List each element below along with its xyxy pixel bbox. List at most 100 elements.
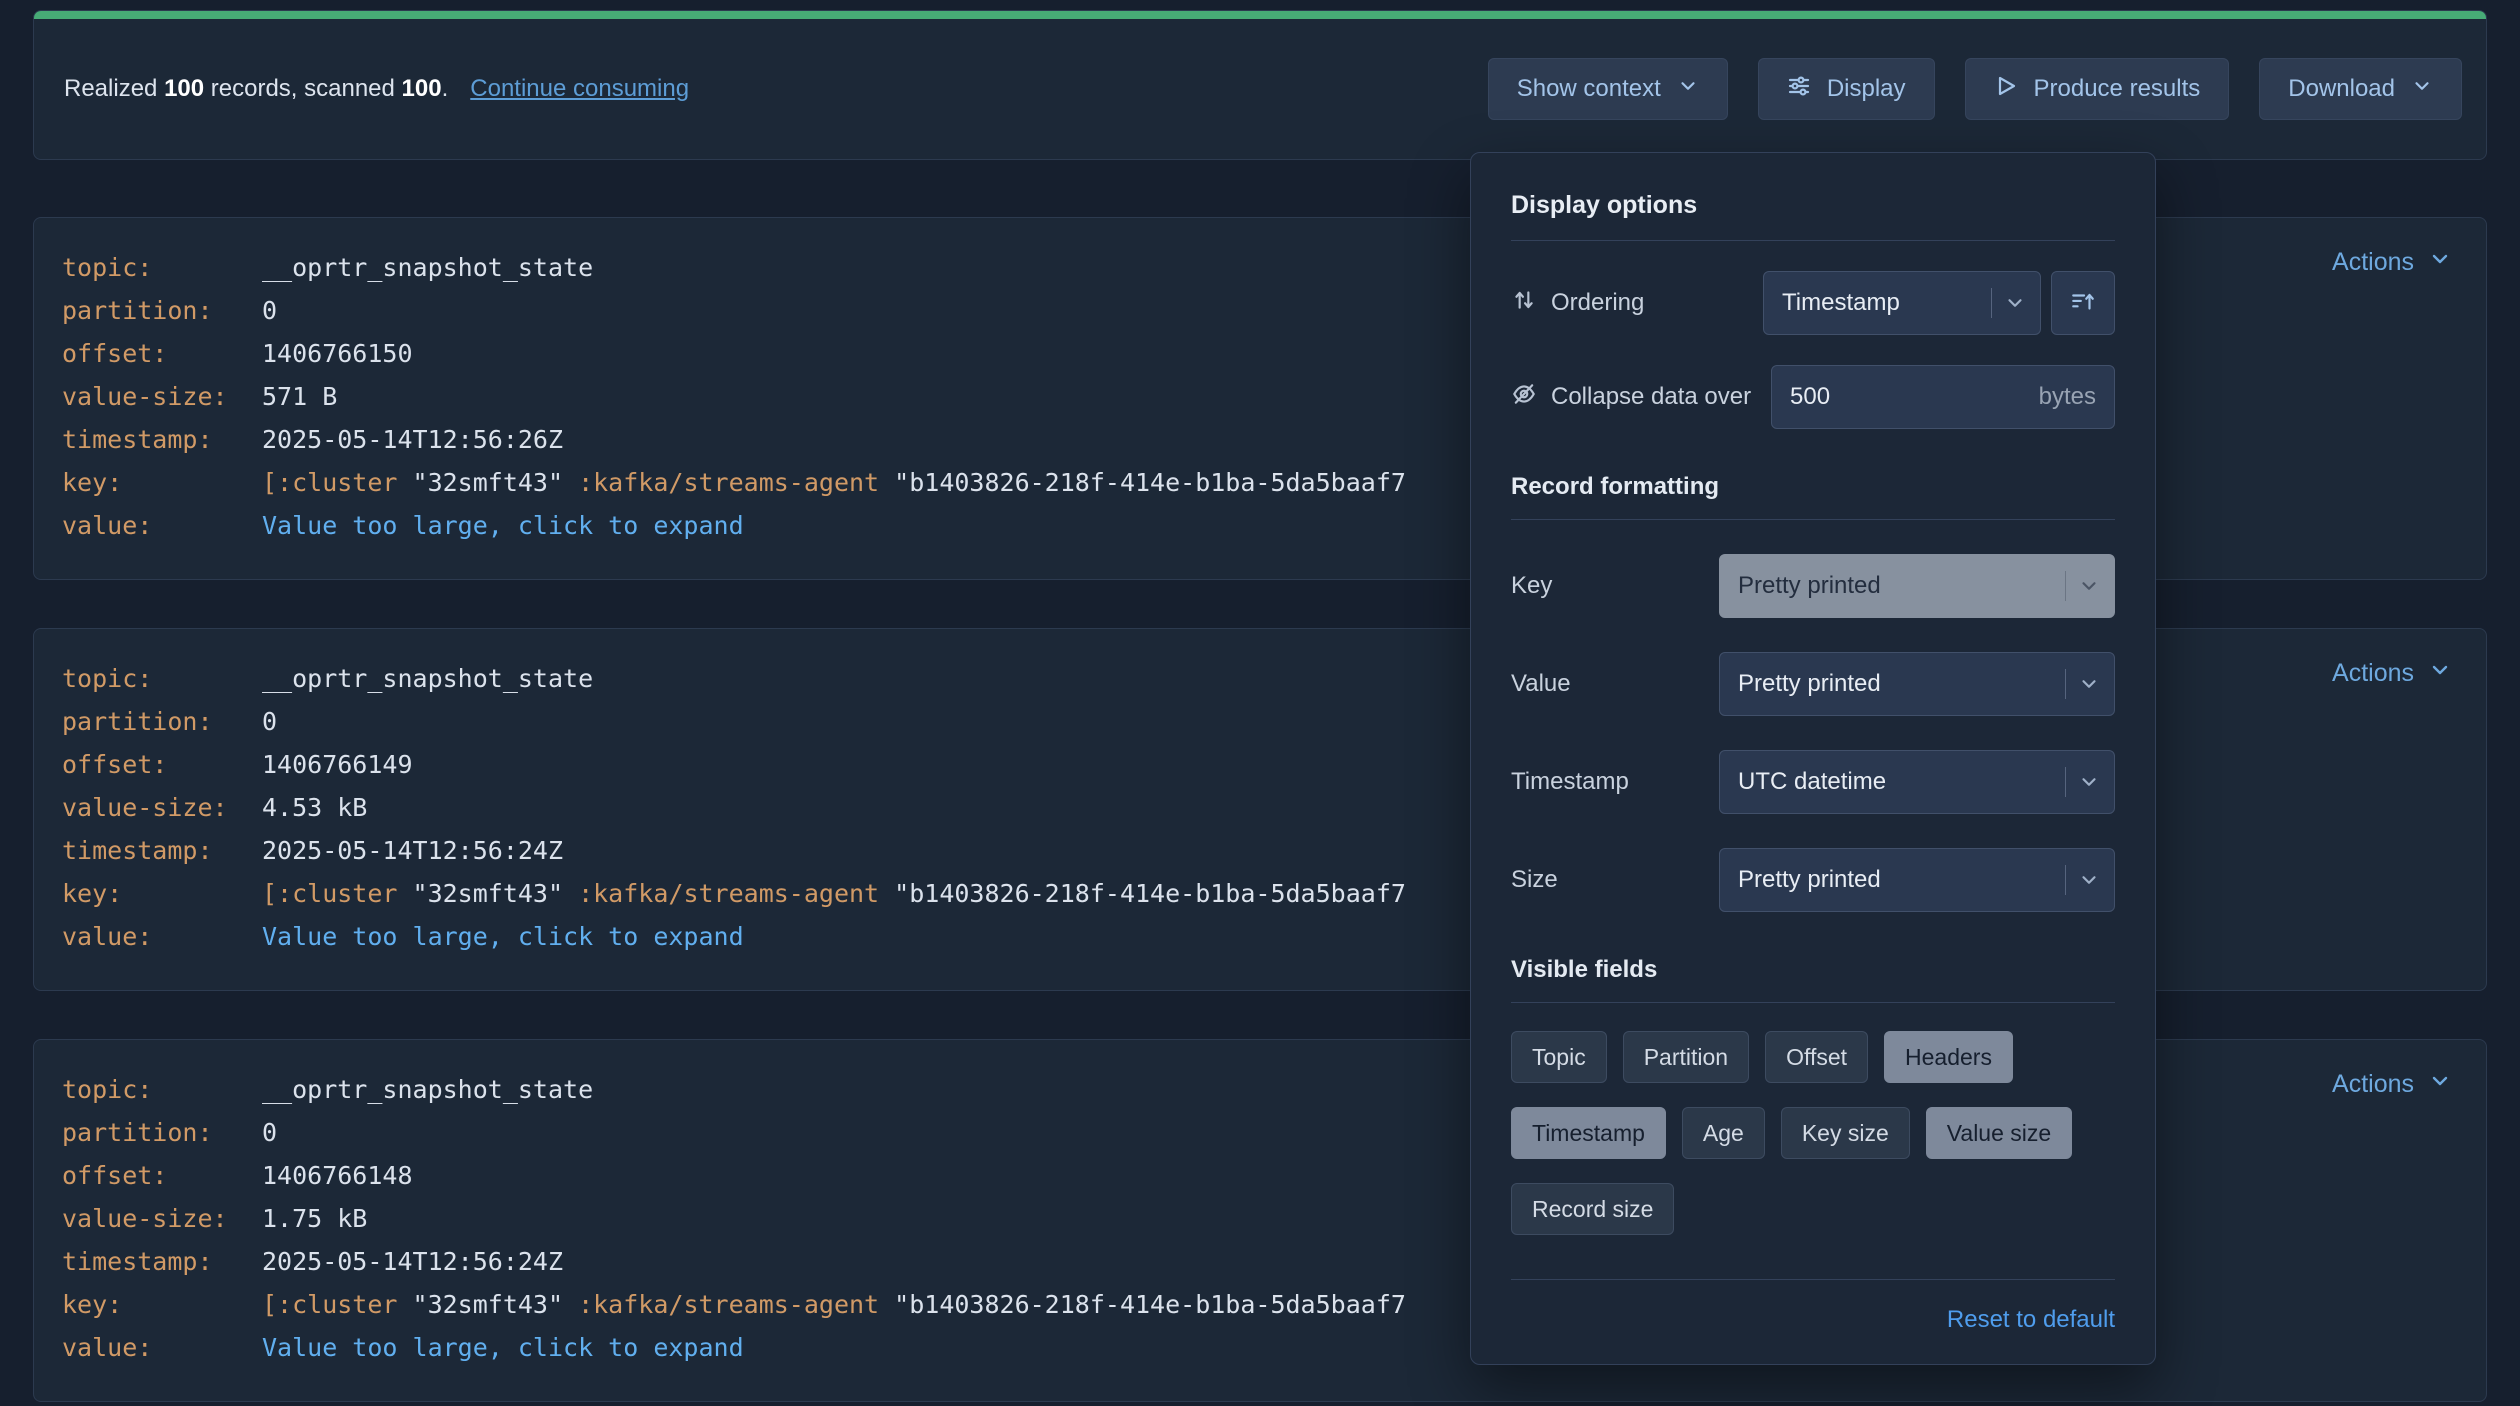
chevron-down-icon bbox=[2428, 1069, 2452, 1100]
format-label-value: Value bbox=[1511, 670, 1571, 698]
key-string: "32smft43" bbox=[413, 468, 564, 497]
key-string: "b1403826-218f-414e-b1ba-5da5baaf7 bbox=[894, 468, 1406, 497]
ordering-row: Ordering Timestamp bbox=[1511, 271, 2115, 335]
ordering-controls: Timestamp bbox=[1763, 271, 2115, 335]
record-actions-button[interactable]: Actions bbox=[2326, 657, 2458, 690]
field-label-timestamp: timestamp: bbox=[62, 1240, 262, 1283]
key-keyword: :kafka/streams-agent bbox=[563, 879, 894, 908]
key-string: "b1403826-218f-414e-b1ba-5da5baaf7 bbox=[894, 879, 1406, 908]
format-row-size: Size Pretty printed bbox=[1511, 848, 2115, 912]
display-button[interactable]: Display bbox=[1758, 58, 1935, 120]
field-label-partition: partition: bbox=[62, 1111, 262, 1154]
summary-count-scanned: 100 bbox=[402, 75, 442, 102]
sort-ascending-icon bbox=[2070, 289, 2096, 318]
key-string: "b1403826-218f-414e-b1ba-5da5baaf7 bbox=[894, 1290, 1406, 1319]
format-label-timestamp: Timestamp bbox=[1511, 768, 1629, 796]
download-label: Download bbox=[2288, 75, 2395, 103]
field-label-offset: offset: bbox=[62, 743, 262, 786]
chip-key-size[interactable]: Key size bbox=[1781, 1107, 1910, 1159]
key-format-value: Pretty printed bbox=[1738, 572, 1881, 600]
sliders-icon bbox=[1787, 74, 1811, 105]
ordering-select[interactable]: Timestamp bbox=[1763, 271, 2041, 335]
ordering-select-value: Timestamp bbox=[1782, 289, 1900, 317]
expand-value-link[interactable]: Value too large, click to expand bbox=[262, 1333, 744, 1362]
chip-topic[interactable]: Topic bbox=[1511, 1031, 1607, 1083]
chevron-down-icon bbox=[2078, 771, 2100, 793]
chevron-down-icon bbox=[2428, 247, 2452, 278]
chevron-down-icon bbox=[2004, 292, 2026, 314]
value-format-value: Pretty printed bbox=[1738, 670, 1881, 698]
expand-value-link[interactable]: Value too large, click to expand bbox=[262, 922, 744, 951]
field-label-key: key: bbox=[62, 461, 262, 504]
chip-headers[interactable]: Headers bbox=[1884, 1031, 2013, 1083]
key-keyword: [:cluster bbox=[262, 1290, 413, 1319]
key-string: "32smft43" bbox=[413, 879, 564, 908]
chip-offset[interactable]: Offset bbox=[1765, 1031, 1868, 1083]
chevron-down-icon bbox=[2078, 575, 2100, 597]
record-actions-button[interactable]: Actions bbox=[2326, 1068, 2458, 1101]
reset-to-default-link[interactable]: Reset to default bbox=[1947, 1306, 2115, 1333]
field-label-offset: offset: bbox=[62, 1154, 262, 1197]
header-row: Realized 100 records, scanned 100.Contin… bbox=[34, 19, 2486, 159]
field-label-value-size: value-size: bbox=[62, 1197, 262, 1240]
chip-record-size[interactable]: Record size bbox=[1511, 1183, 1674, 1235]
consume-summary: Realized 100 records, scanned 100.Contin… bbox=[64, 75, 689, 103]
chevron-down-icon bbox=[2078, 869, 2100, 891]
format-row-value: Value Pretty printed bbox=[1511, 652, 2115, 716]
field-label-timestamp: timestamp: bbox=[62, 829, 262, 872]
summary-text: records, scanned bbox=[204, 75, 401, 102]
sort-arrows-icon bbox=[1511, 287, 1537, 320]
key-keyword: [:cluster bbox=[262, 879, 413, 908]
progress-bar bbox=[34, 11, 2486, 19]
key-string: "32smft43" bbox=[413, 1290, 564, 1319]
chip-timestamp[interactable]: Timestamp bbox=[1511, 1107, 1666, 1159]
consumer-status-card: Realized 100 records, scanned 100.Contin… bbox=[33, 10, 2487, 160]
select-divider bbox=[1991, 288, 1992, 318]
field-label-value-size: value-size: bbox=[62, 786, 262, 829]
chevron-down-icon bbox=[2078, 673, 2100, 695]
collapse-bytes-value: 500 bbox=[1790, 383, 1830, 411]
size-format-select[interactable]: Pretty printed bbox=[1719, 848, 2115, 912]
continue-consuming-link[interactable]: Continue consuming bbox=[470, 75, 689, 102]
field-label-timestamp: timestamp: bbox=[62, 418, 262, 461]
timestamp-format-value: UTC datetime bbox=[1738, 768, 1886, 796]
summary-text: . bbox=[442, 75, 449, 102]
record-actions-button[interactable]: Actions bbox=[2326, 246, 2458, 279]
field-label-value: value: bbox=[62, 504, 262, 547]
format-label-size: Size bbox=[1511, 866, 1558, 894]
size-format-value: Pretty printed bbox=[1738, 866, 1881, 894]
chevron-down-icon bbox=[2428, 658, 2452, 689]
actions-label: Actions bbox=[2332, 1070, 2414, 1099]
value-format-select[interactable]: Pretty printed bbox=[1719, 652, 2115, 716]
chip-partition[interactable]: Partition bbox=[1623, 1031, 1749, 1083]
expand-value-link[interactable]: Value too large, click to expand bbox=[262, 511, 744, 540]
visible-fields-title: Visible fields bbox=[1511, 956, 2115, 1003]
collapse-bytes-input[interactable]: 500 bytes bbox=[1771, 365, 2115, 429]
actions-label: Actions bbox=[2332, 248, 2414, 277]
field-label-offset: offset: bbox=[62, 332, 262, 375]
download-button[interactable]: Download bbox=[2259, 58, 2462, 120]
field-label-key: key: bbox=[62, 1283, 262, 1326]
timestamp-format-select[interactable]: UTC datetime bbox=[1719, 750, 2115, 814]
key-keyword: :kafka/streams-agent bbox=[563, 1290, 894, 1319]
display-options-panel: Display options Ordering Timestamp Colla… bbox=[1470, 152, 2156, 1365]
visible-fields-chips: Topic Partition Offset Headers Timestamp… bbox=[1511, 1031, 2115, 1235]
collapse-label: Collapse data over bbox=[1511, 381, 1751, 414]
chevron-down-icon bbox=[2411, 75, 2433, 104]
collapse-bytes-unit: bytes bbox=[2039, 383, 2096, 411]
show-context-label: Show context bbox=[1517, 75, 1661, 103]
key-format-select[interactable]: Pretty printed bbox=[1719, 554, 2115, 618]
field-label-value: value: bbox=[62, 915, 262, 958]
sort-direction-button[interactable] bbox=[2051, 271, 2115, 335]
field-label-topic: topic: bbox=[62, 246, 262, 289]
select-divider bbox=[2065, 865, 2066, 895]
produce-results-button[interactable]: Produce results bbox=[1965, 58, 2230, 120]
chip-value-size[interactable]: Value size bbox=[1926, 1107, 2072, 1159]
select-divider bbox=[2065, 767, 2066, 797]
ordering-label: Ordering bbox=[1511, 287, 1644, 320]
key-keyword: :kafka/streams-agent bbox=[563, 468, 894, 497]
chip-age[interactable]: Age bbox=[1682, 1107, 1765, 1159]
show-context-button[interactable]: Show context bbox=[1488, 58, 1728, 120]
panel-title: Display options bbox=[1511, 191, 2115, 241]
field-label-partition: partition: bbox=[62, 700, 262, 743]
